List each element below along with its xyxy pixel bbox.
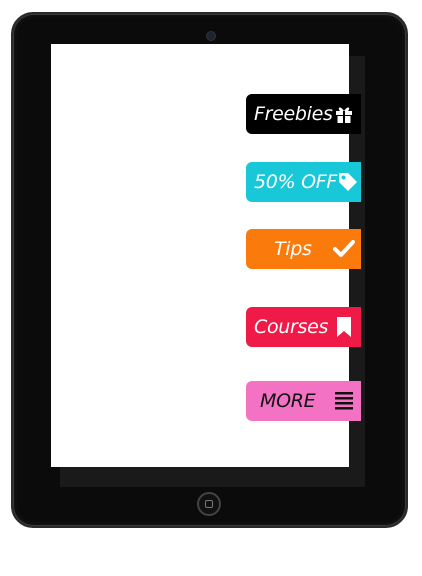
bookmark-icon (333, 316, 355, 338)
menu-item-courses[interactable]: Courses (246, 307, 361, 347)
camera-lens (206, 31, 216, 41)
menu-item-freebies[interactable]: Freebies (246, 94, 361, 134)
hamburger-menu-icon (333, 390, 355, 412)
menu-item-label: MORE (260, 390, 316, 412)
menu-item-label: Freebies (254, 103, 333, 125)
home-button-square-icon (205, 500, 213, 508)
menu-item-label: Courses (254, 316, 329, 338)
menu-item-discount[interactable]: 50% OFF (246, 162, 361, 202)
tag-icon (337, 171, 359, 193)
menu-item-label: Tips (274, 238, 312, 260)
menu-item-label: 50% OFF (254, 171, 337, 193)
checkmark-icon (333, 238, 355, 260)
home-button[interactable] (197, 492, 221, 516)
gift-icon (333, 103, 355, 125)
menu-item-more[interactable]: MORE (246, 381, 361, 421)
menu-item-tips[interactable]: Tips (246, 229, 361, 269)
